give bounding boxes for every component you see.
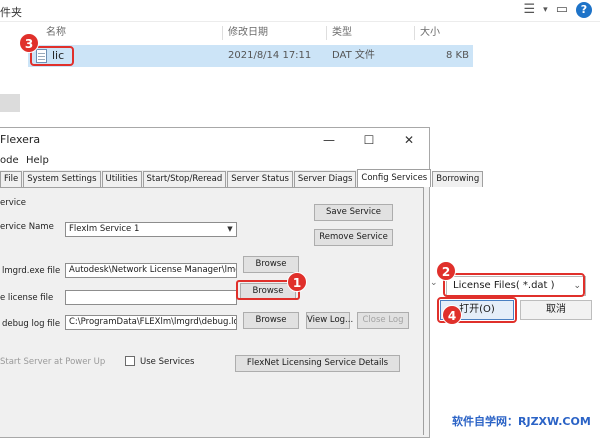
site-watermark: 软件自学网：RJZXW.COM [452, 415, 591, 428]
tab-server-status[interactable]: Server Status [227, 171, 293, 187]
close-log-button[interactable]: Close Log [357, 312, 409, 329]
file-type: DAT 文件 [332, 50, 375, 61]
license-file-input[interactable] [65, 290, 237, 305]
service-name-label: ervice Name [0, 222, 54, 232]
view-log-button[interactable]: View Log... [306, 312, 353, 329]
chevron-down-icon[interactable]: ⌄ [430, 278, 438, 288]
column-header-size[interactable]: 大小 [420, 24, 440, 42]
pane-icon[interactable]: ▭ [556, 2, 568, 18]
flexera-titlebar[interactable]: Flexera — ☐ ✕ [0, 128, 429, 152]
debug-log-input[interactable]: C:\ProgramData\FLEXlm\lmgrd\debug.log [65, 315, 237, 330]
minimize-icon[interactable]: — [309, 128, 349, 152]
tab-config-services[interactable]: Config Services [357, 169, 432, 187]
help-icon[interactable]: ? [576, 2, 592, 18]
step-badge-2: 2 [436, 261, 456, 281]
menu-item-help[interactable]: Help [26, 155, 49, 166]
explorer-toolbar: ☰ ▾ ▭ ? [524, 2, 592, 18]
tab-borrowing[interactable]: Borrowing [432, 171, 484, 187]
menu-bar: ode Help [0, 152, 429, 170]
use-services-checkbox[interactable] [125, 356, 135, 366]
file-row-lic[interactable]: lic 2021/8/14 17:11 DAT 文件 8 KB [28, 45, 473, 67]
view-list-icon[interactable]: ☰ [524, 2, 536, 18]
service-name-select[interactable]: FlexIm Service 1 ▼ [65, 222, 237, 237]
tab-strip: File System Settings Utilities Start/Sto… [0, 169, 484, 187]
nav-pane-item[interactable] [0, 94, 20, 112]
flexera-window: Flexera — ☐ ✕ ode Help File System Setti… [0, 127, 484, 438]
step-badge-4: 4 [442, 305, 462, 325]
lmgrd-path-label: lmgrd.exe file [2, 266, 61, 276]
window-controls: — ☐ ✕ [309, 128, 429, 152]
tab-system-settings[interactable]: System Settings [23, 171, 101, 187]
tab-server-diags[interactable]: Server Diags [293, 171, 357, 187]
license-file-label: e license file [0, 293, 54, 303]
debug-log-label: debug log file [2, 319, 61, 329]
service-name-value: FlexIm Service 1 [69, 224, 140, 234]
column-divider[interactable] [326, 26, 327, 40]
step-badge-1: 1 [287, 272, 307, 292]
window-title: Flexera [0, 133, 41, 146]
browse-lmgrd-button[interactable]: Browse [243, 256, 299, 273]
lmgrd-path-input[interactable]: Autodesk\Network License Manager\lmgrd.e… [65, 263, 237, 278]
explorer-title: 件夹 [0, 6, 22, 19]
maximize-icon[interactable]: ☐ [349, 128, 389, 152]
column-divider[interactable] [222, 26, 223, 40]
column-header-type[interactable]: 类型 [332, 24, 352, 42]
column-divider[interactable] [414, 26, 415, 40]
column-header-name[interactable]: 名称 [46, 24, 66, 42]
chevron-down-icon[interactable]: ▾ [543, 2, 548, 18]
tab-start-stop-reread[interactable]: Start/Stop/Reread [142, 171, 227, 187]
cancel-button[interactable]: 取消 [520, 300, 592, 320]
remove-service-button[interactable]: Remove Service [314, 229, 393, 246]
file-size: 8 KB [446, 50, 469, 61]
file-modified: 2021/8/14 17:11 [228, 50, 312, 61]
close-icon[interactable]: ✕ [389, 128, 429, 152]
browse-debug-button[interactable]: Browse [243, 312, 299, 329]
save-service-button[interactable]: Save Service [314, 204, 393, 221]
flexnet-details-button[interactable]: FlexNet Licensing Service Details [235, 355, 400, 372]
section-label-service: ervice [0, 198, 27, 208]
tab-utilities[interactable]: Utilities [101, 171, 142, 187]
chevron-down-icon: ▼ [227, 225, 233, 233]
column-header-modified[interactable]: 修改日期 [228, 24, 268, 42]
filter-highlight-box [443, 273, 585, 297]
menu-item-mode[interactable]: ode [0, 155, 19, 166]
step-badge-3: 3 [19, 33, 39, 53]
tab-file[interactable]: File [0, 171, 23, 187]
use-services-label: Use Services [140, 357, 195, 367]
explorer-divider [0, 21, 600, 22]
start-at-powerup-label: Start Server at Power Up [0, 357, 106, 367]
